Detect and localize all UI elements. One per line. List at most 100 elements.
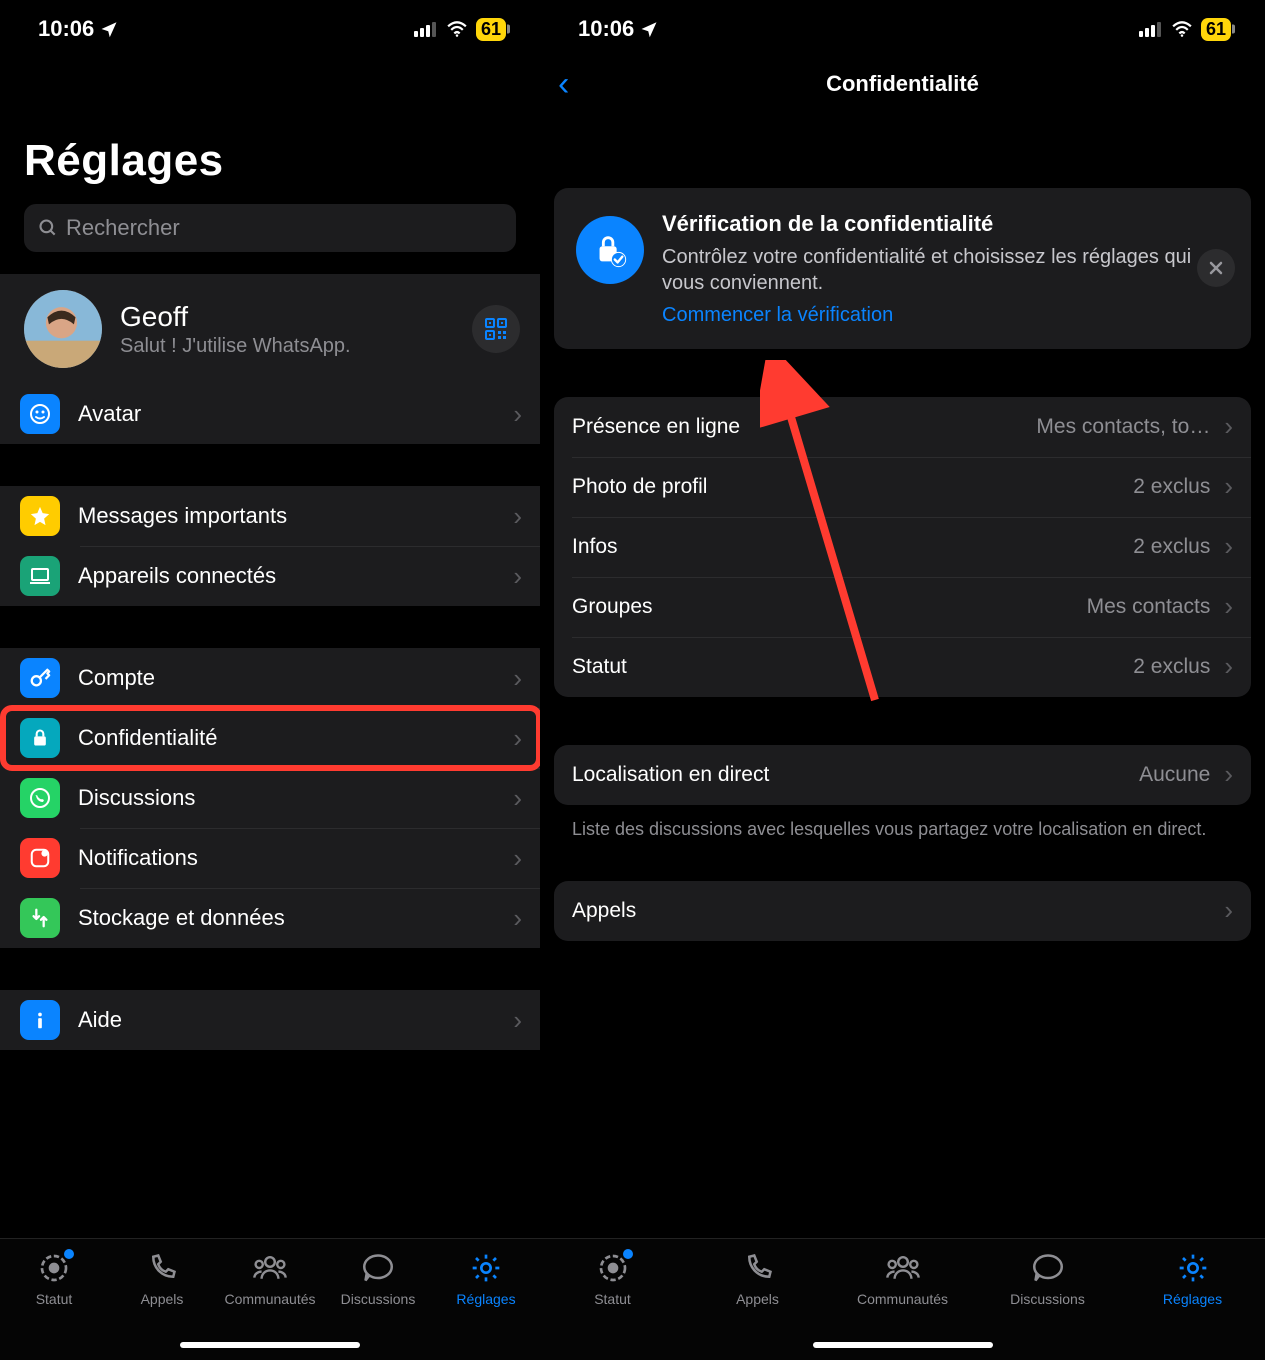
- row-label: Appels: [572, 899, 1210, 923]
- privacy-group-3: Appels›: [554, 881, 1251, 941]
- row-value: 2 exclus: [1133, 655, 1210, 679]
- star-icon: [20, 496, 60, 536]
- profile-name: Geoff: [120, 301, 454, 333]
- tab-label: Communautés: [224, 1291, 315, 1307]
- tab-communities[interactable]: Communautés: [216, 1251, 324, 1307]
- laptop-icon: [20, 556, 60, 596]
- row-label: Compte: [78, 665, 495, 691]
- row-label: Localisation en direct: [572, 763, 1125, 787]
- chevron-right-icon: ›: [1224, 651, 1233, 682]
- cellular-icon: [414, 21, 438, 37]
- qr-button[interactable]: [472, 305, 520, 353]
- battery-badge: 61: [1201, 18, 1231, 41]
- page-title: Réglages: [0, 58, 540, 204]
- privacy-checkup-card: Vérification de la confidentialité Contr…: [554, 188, 1251, 349]
- calls-privacy-row[interactable]: Appels›: [554, 881, 1251, 941]
- status-privacy-row[interactable]: Statut 2 exclus ›: [554, 637, 1251, 697]
- tab-label: Statut: [594, 1291, 631, 1307]
- close-icon: [1208, 260, 1224, 276]
- tab-label: Statut: [36, 1291, 73, 1307]
- chevron-right-icon: ›: [1224, 531, 1233, 562]
- close-button[interactable]: [1197, 249, 1235, 287]
- chevron-right-icon: ›: [1224, 471, 1233, 502]
- card-text: Contrôlez votre confidentialité et chois…: [662, 244, 1229, 296]
- key-icon: [20, 658, 60, 698]
- row-label: Messages importants: [78, 503, 495, 529]
- tab-calls[interactable]: Appels: [108, 1251, 216, 1307]
- tab-calls[interactable]: Appels: [685, 1251, 830, 1307]
- tab-chats[interactable]: Discussions: [975, 1251, 1120, 1307]
- status-time: 10:06: [38, 16, 94, 42]
- whatsapp-icon: [20, 778, 60, 818]
- chevron-right-icon: ›: [1224, 591, 1233, 622]
- tab-settings[interactable]: Réglages: [1120, 1251, 1265, 1307]
- tab-label: Réglages: [1163, 1291, 1222, 1307]
- chats-row[interactable]: Discussions ›: [0, 768, 540, 828]
- cellular-icon: [1139, 21, 1163, 37]
- privacy-group-2: Localisation en directAucune›: [554, 745, 1251, 805]
- location-icon: [100, 20, 118, 38]
- location-icon: [640, 20, 658, 38]
- tab-status[interactable]: Statut: [540, 1251, 685, 1307]
- chevron-right-icon: ›: [513, 903, 522, 934]
- account-row[interactable]: Compte ›: [0, 648, 540, 708]
- search-placeholder: Rechercher: [66, 215, 180, 241]
- live-location-footer: Liste des discussions avec lesquelles vo…: [540, 817, 1265, 841]
- row-label: Avatar: [78, 401, 495, 427]
- tab-label: Réglages: [456, 1291, 515, 1307]
- tab-label: Appels: [736, 1291, 779, 1307]
- status-bar: 10:06 61: [0, 0, 540, 58]
- tab-communities[interactable]: Communautés: [830, 1251, 975, 1307]
- search-input[interactable]: Rechercher: [24, 204, 516, 252]
- tab-label: Discussions: [341, 1291, 416, 1307]
- privacy-row[interactable]: Confidentialité ›: [0, 708, 540, 768]
- row-label: Statut: [572, 655, 1119, 679]
- nav-title: Confidentialité: [540, 71, 1265, 97]
- info-icon: [20, 1000, 60, 1040]
- about-row[interactable]: Infos 2 exclus ›: [554, 517, 1251, 577]
- profile-status: Salut ! J'utilise WhatsApp.: [120, 335, 454, 358]
- tab-status[interactable]: Statut: [0, 1251, 108, 1307]
- profile-row[interactable]: Geoff Salut ! J'utilise WhatsApp.: [0, 274, 540, 384]
- row-value: Mes contacts: [1087, 595, 1211, 619]
- chevron-right-icon: ›: [1224, 759, 1233, 790]
- avatar-row[interactable]: Avatar ›: [0, 384, 540, 444]
- storage-row[interactable]: Stockage et données ›: [0, 888, 540, 948]
- row-label: Présence en ligne: [572, 415, 1022, 439]
- home-indicator: [813, 1342, 993, 1348]
- status-time: 10:06: [578, 16, 634, 42]
- starred-row[interactable]: Messages importants ›: [0, 486, 540, 546]
- chevron-right-icon: ›: [513, 501, 522, 532]
- qr-icon: [484, 317, 508, 341]
- row-value: 2 exclus: [1133, 475, 1210, 499]
- privacy-group-1: Présence en ligneMes contacts, to…› Phot…: [554, 397, 1251, 697]
- avatar-icon: [20, 394, 60, 434]
- help-row[interactable]: Aide ›: [0, 990, 540, 1050]
- row-value: 2 exclus: [1133, 535, 1210, 559]
- chevron-right-icon: ›: [513, 663, 522, 694]
- chevron-right-icon: ›: [513, 783, 522, 814]
- live-location-row[interactable]: Localisation en directAucune›: [554, 745, 1251, 805]
- card-title: Vérification de la confidentialité: [662, 210, 1229, 238]
- tab-chats[interactable]: Discussions: [324, 1251, 432, 1307]
- linked-devices-row[interactable]: Appareils connectés ›: [0, 546, 540, 606]
- nav-bar: ‹ Confidentialité: [540, 58, 1265, 110]
- tab-bar: Statut Appels Communautés Discussions Ré…: [0, 1238, 540, 1360]
- chevron-right-icon: ›: [1224, 411, 1233, 442]
- badge-dot: [64, 1249, 74, 1259]
- chevron-right-icon: ›: [513, 1005, 522, 1036]
- battery-badge: 61: [476, 18, 506, 41]
- row-label: Infos: [572, 535, 1119, 559]
- home-indicator: [180, 1342, 360, 1348]
- row-label: Aide: [78, 1007, 495, 1033]
- wifi-icon: [1171, 21, 1193, 37]
- notifications-row[interactable]: Notifications ›: [0, 828, 540, 888]
- last-seen-row[interactable]: Présence en ligneMes contacts, to…›: [554, 397, 1251, 457]
- row-label: Groupes: [572, 595, 1073, 619]
- groups-row[interactable]: Groupes Mes contacts ›: [554, 577, 1251, 637]
- tab-settings[interactable]: Réglages: [432, 1251, 540, 1307]
- row-label: Stockage et données: [78, 905, 495, 931]
- start-verification-link[interactable]: Commencer la vérification: [662, 304, 893, 327]
- profile-photo-row[interactable]: Photo de profil2 exclus›: [554, 457, 1251, 517]
- chevron-right-icon: ›: [513, 399, 522, 430]
